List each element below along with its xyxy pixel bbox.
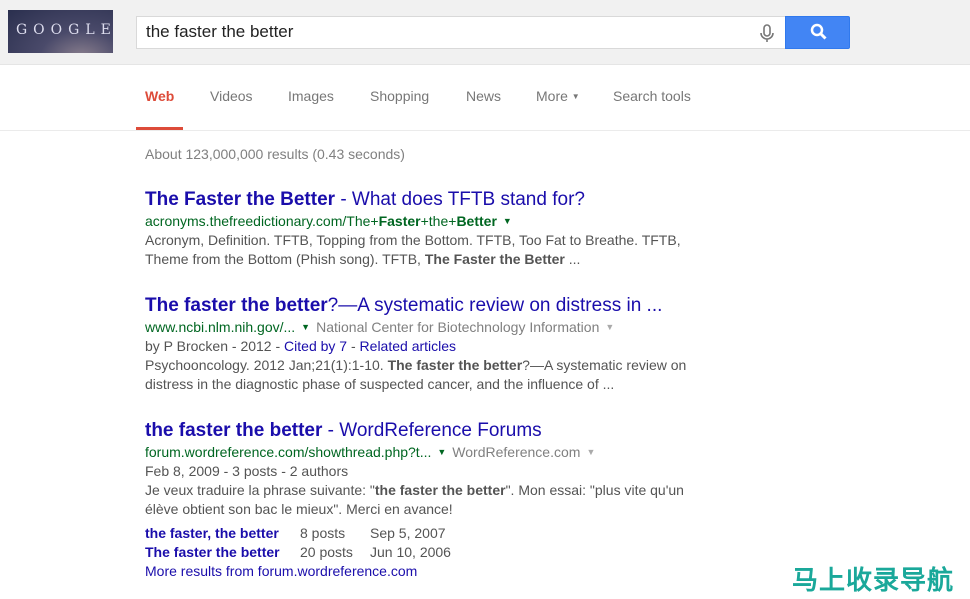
result-title-link[interactable]: the faster the better - WordReference Fo…	[145, 419, 715, 443]
search-result: The Faster the Better - What does TFTB s…	[145, 188, 715, 269]
result-snippet: Acronym, Definition. TFTB, Topping from …	[145, 232, 681, 267]
result-url: forum.wordreference.com/showthread.php?t…	[145, 444, 596, 460]
result-title-link[interactable]: The Faster the Better - What does TFTB s…	[145, 188, 715, 212]
tab-more[interactable]: More ▼	[536, 88, 580, 104]
more-results-link[interactable]: More results from forum.wordreference.co…	[145, 563, 417, 579]
source-dropdown-icon[interactable]: ▼	[605, 322, 614, 332]
sublink-row: The faster the better 20 posts Jun 10, 200…	[145, 543, 451, 562]
tab-web[interactable]: Web	[145, 88, 174, 104]
result-meta: Feb 8, 2009 - 3 posts - 2 authors	[145, 463, 349, 479]
search-result: the faster the better - WordReference Fo…	[145, 419, 715, 581]
google-doodle-logo[interactable]: GOOGLE	[8, 10, 113, 53]
related-articles-link[interactable]: Related articles	[360, 338, 457, 354]
tab-videos[interactable]: Videos	[210, 88, 253, 104]
watermark: 马上收录导航	[792, 566, 955, 596]
search-button[interactable]	[785, 16, 850, 49]
active-tab-indicator	[136, 127, 183, 130]
result-url: www.ncbi.nlm.nih.gov/... ▼ National Center…	[145, 319, 615, 335]
tab-search-tools[interactable]: Search tools	[613, 88, 691, 104]
cited-by-link[interactable]: Cited by 7	[284, 338, 347, 354]
sublink-row: the faster, the better 8 posts Sep 5, 2007	[145, 524, 446, 543]
dropdown-arrow-icon: ▼	[571, 92, 580, 101]
search-input[interactable]	[146, 22, 736, 42]
url-dropdown-icon[interactable]: ▼	[503, 216, 512, 226]
tab-shopping[interactable]: Shopping	[370, 88, 429, 104]
result-snippet: Psychooncology. 2012 Jan;21(1):1-10. The…	[145, 357, 687, 392]
url-dropdown-icon[interactable]: ▼	[437, 447, 446, 457]
result-url: acronyms.thefreedictionary.com/The+Faste…	[145, 213, 512, 229]
search-result: The faster the better?—A systematic revi…	[145, 294, 715, 394]
result-meta: by P Brocken - 2012 - Cited by 7 - Relat…	[145, 338, 457, 354]
source-dropdown-icon[interactable]: ▼	[586, 447, 595, 457]
tab-news[interactable]: News	[466, 88, 501, 104]
search-box[interactable]	[136, 16, 785, 49]
sublink[interactable]: The faster the better	[145, 543, 300, 562]
header: GOOGLE	[0, 0, 970, 65]
result-stats: About 123,000,000 results (0.43 seconds)	[145, 146, 405, 162]
url-dropdown-icon[interactable]: ▼	[301, 322, 310, 332]
microphone-icon[interactable]	[757, 23, 777, 43]
tab-images[interactable]: Images	[288, 88, 334, 104]
tab-more-label: More	[536, 88, 568, 104]
search-tabs: Web Videos Images Shopping News More ▼ S…	[0, 65, 970, 131]
search-icon	[810, 23, 827, 40]
result-title-link[interactable]: The faster the better?—A systematic revi…	[145, 294, 715, 318]
sublink[interactable]: the faster, the better	[145, 524, 300, 543]
result-snippet: Je veux traduire la phrase suivante: "th…	[145, 482, 684, 517]
